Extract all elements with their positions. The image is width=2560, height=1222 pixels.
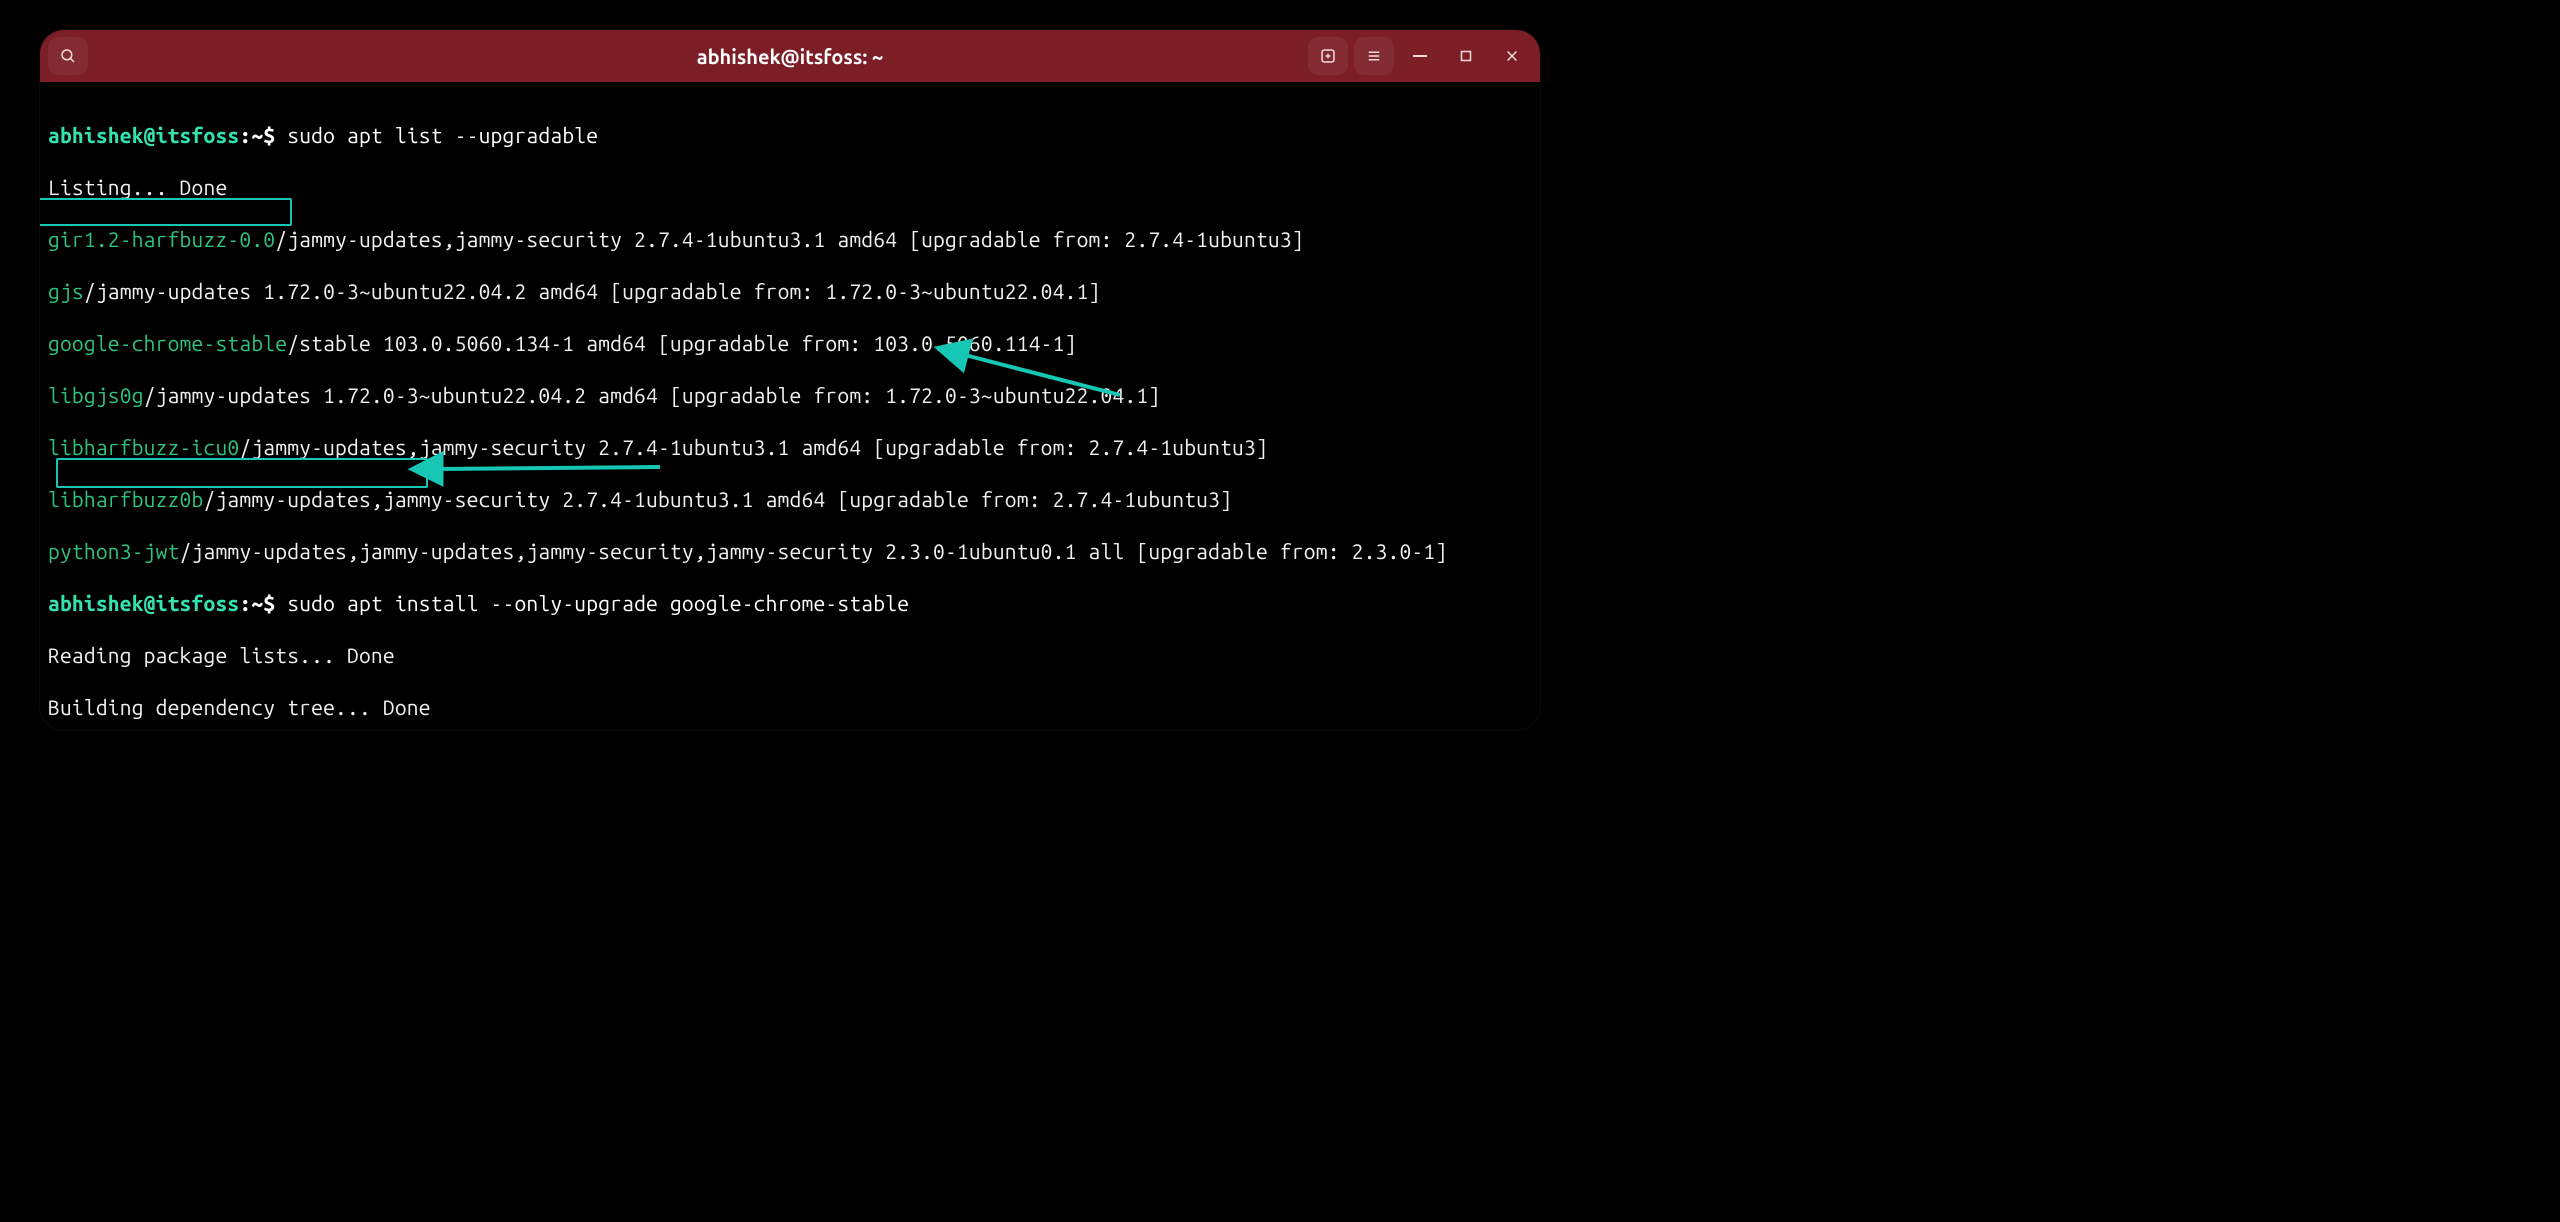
prompt-line-2: abhishek@itsfoss:~$ sudo apt install --o… (48, 590, 1532, 616)
prompt-dollar: $ (263, 591, 275, 615)
highlight-box-pkgname (40, 198, 292, 226)
prompt-line-1: abhishek@itsfoss:~$ sudo apt list --upgr… (48, 122, 1532, 148)
maximize-button[interactable] (1446, 37, 1486, 75)
highlight-box-upgraded (56, 458, 428, 488)
output-listing: Listing... Done (48, 174, 1532, 200)
output-line: Building dependency tree... Done (48, 694, 1532, 720)
minimize-icon (1413, 55, 1427, 57)
pkg-rest: /jammy-updates 1.72.0-3~ubuntu22.04.2 am… (144, 383, 1161, 407)
pkg-row: gir1.2-harfbuzz-0.0/jammy-updates,jammy-… (48, 226, 1532, 252)
pkg-row: libharfbuzz-icu0/jammy-updates,jammy-sec… (48, 434, 1532, 460)
menu-button[interactable] (1354, 37, 1394, 75)
command-2: sudo apt install --only-upgrade google-c… (287, 591, 909, 615)
pkg-name: python3-jwt (48, 539, 180, 563)
pkg-rest: /jammy-updates,jammy-security 2.7.4-1ubu… (239, 435, 1268, 459)
pkg-row: google-chrome-stable/stable 103.0.5060.1… (48, 330, 1532, 356)
prompt-path: ~ (251, 123, 263, 147)
pkg-name-google-chrome: google-chrome-stable (48, 331, 287, 355)
minimize-button[interactable] (1400, 37, 1440, 75)
pkg-row: libharfbuzz0b/jammy-updates,jammy-securi… (48, 486, 1532, 512)
new-tab-icon (1319, 47, 1337, 65)
output-line: Reading package lists... Done (48, 642, 1532, 668)
new-tab-button[interactable] (1308, 37, 1348, 75)
close-button[interactable] (1492, 37, 1532, 75)
pkg-name: libharfbuzz0b (48, 487, 203, 511)
pkg-name: libharfbuzz-icu0 (48, 435, 239, 459)
pkg-row: libgjs0g/jammy-updates 1.72.0-3~ubuntu22… (48, 382, 1532, 408)
titlebar: abhishek@itsfoss: ~ (40, 30, 1540, 82)
pkg-rest: /jammy-updates,jammy-security 2.7.4-1ubu… (203, 487, 1232, 511)
pkg-rest: /jammy-updates 1.72.0-3~ubuntu22.04.2 am… (84, 279, 1101, 303)
search-button[interactable] (48, 37, 88, 75)
terminal-body[interactable]: abhishek@itsfoss:~$ sudo apt list --upgr… (40, 82, 1540, 730)
prompt-dollar: $ (263, 123, 275, 147)
pkg-rest: /jammy-updates,jammy-updates,jammy-secur… (180, 539, 1448, 563)
close-icon (1503, 47, 1521, 65)
prompt-userhost: abhishek@itsfoss (48, 123, 239, 147)
pkg-row: python3-jwt/jammy-updates,jammy-updates,… (48, 538, 1532, 564)
pkg-rest: /stable 103.0.5060.134-1 amd64 [upgradab… (287, 331, 1076, 355)
pkg-row: gjs/jammy-updates 1.72.0-3~ubuntu22.04.2… (48, 278, 1532, 304)
pkg-rest: /jammy-updates,jammy-security 2.7.4-1ubu… (275, 227, 1304, 251)
prompt-sep: : (239, 123, 251, 147)
terminal-window: abhishek@itsfoss: ~ abhishek@i (40, 30, 1540, 730)
prompt-sep: : (239, 591, 251, 615)
pkg-name: gjs (48, 279, 84, 303)
command-1: sudo apt list --upgradable (287, 123, 598, 147)
pkg-name: gir1.2-harfbuzz-0.0 (48, 227, 275, 251)
prompt-userhost: abhishek@itsfoss (48, 591, 239, 615)
maximize-icon (1457, 47, 1475, 65)
hamburger-icon (1365, 47, 1383, 65)
pkg-name: libgjs0g (48, 383, 144, 407)
prompt-path: ~ (251, 591, 263, 615)
search-icon (59, 47, 77, 65)
